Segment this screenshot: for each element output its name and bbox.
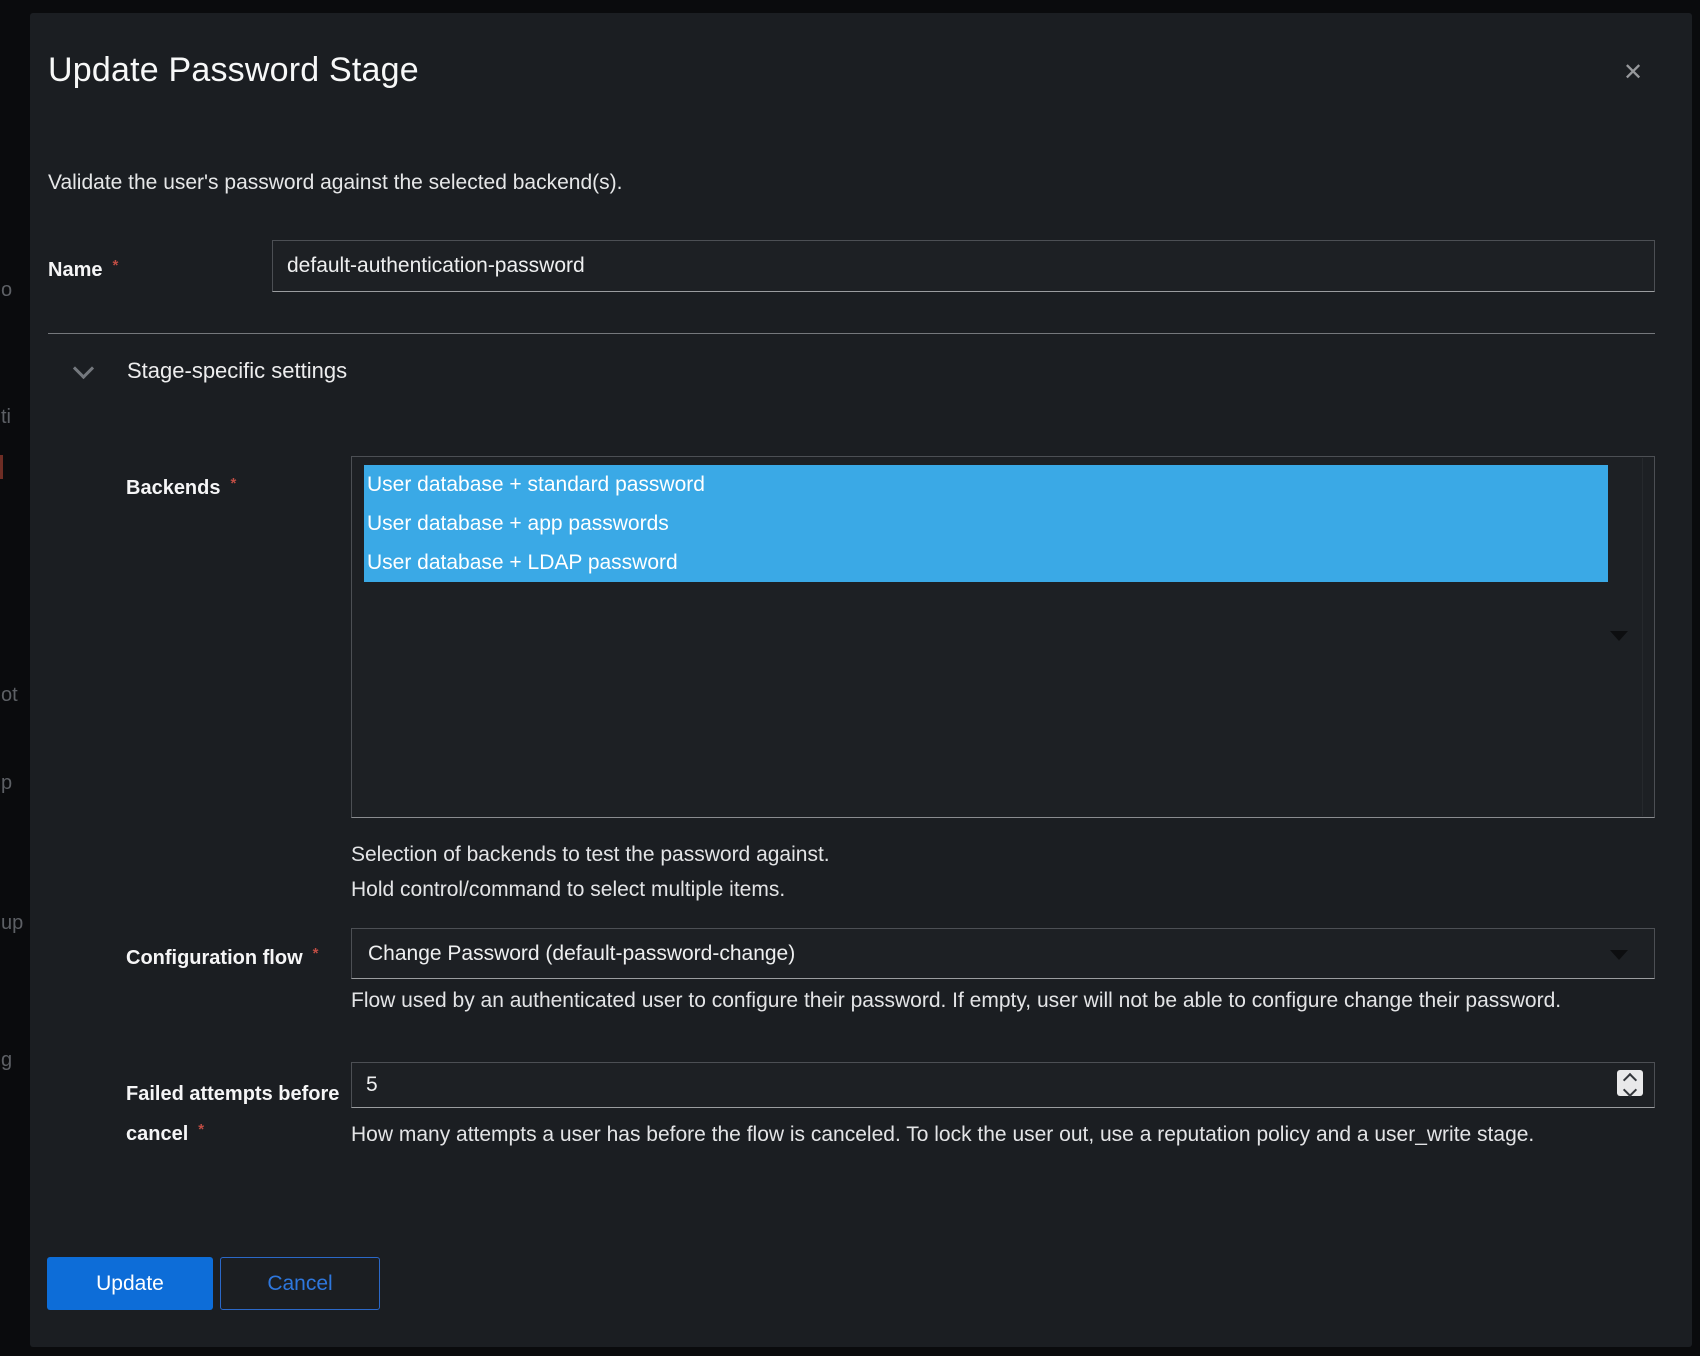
name-label: Name * (48, 253, 118, 283)
background-text-fragment: ti (1, 407, 11, 427)
backends-option[interactable]: User database + LDAP password (364, 543, 1608, 582)
backends-option[interactable]: User database + standard password (364, 465, 1608, 504)
backends-multiselect[interactable]: User database + standard password User d… (351, 456, 1655, 818)
background-text-fragment: g (1, 1050, 12, 1070)
modal-description: Validate the user's password against the… (48, 171, 622, 195)
background-text-fragment: ot (1, 685, 18, 705)
configuration-flow-label-text: Configuration flow (126, 947, 303, 969)
caret-down-icon (1610, 631, 1628, 641)
failed-attempts-input[interactable] (351, 1062, 1655, 1108)
stage-specific-settings-header[interactable]: Stage-specific settings (68, 353, 568, 389)
backends-label: Backends * (126, 471, 236, 501)
name-input[interactable] (272, 240, 1655, 292)
chevron-down-icon (1623, 1082, 1637, 1096)
background-text-fragment: o (1, 280, 12, 300)
form-divider (48, 333, 1655, 334)
configuration-flow-help: Flow used by an authenticated user to co… (351, 988, 1561, 1014)
close-icon[interactable]: ✕ (1615, 55, 1651, 91)
scrollbar-gutter (1642, 458, 1643, 816)
required-marker: * (112, 257, 118, 274)
caret-down-icon (1610, 950, 1628, 960)
background-accent-bar (0, 455, 3, 479)
background-text-fragment: p (1, 773, 12, 793)
update-password-stage-modal: Update Password Stage ✕ Validate the use… (30, 13, 1692, 1347)
backends-label-text: Backends (126, 477, 221, 499)
background-text-fragment: up (1, 913, 23, 933)
modal-title: Update Password Stage (48, 51, 419, 90)
backends-help-line2: Hold control/command to select multiple … (351, 877, 785, 903)
failed-attempts-label: Failed attempts before cancel* (126, 1076, 358, 1152)
configuration-flow-value: Change Password (default-password-change… (352, 942, 795, 966)
backends-option[interactable]: User database + app passwords (364, 504, 1608, 543)
failed-attempts-label-text: Failed attempts before cancel (126, 1083, 339, 1145)
group-header-label: Stage-specific settings (127, 358, 347, 384)
cancel-button[interactable]: Cancel (220, 1257, 380, 1310)
configuration-flow-select[interactable]: Change Password (default-password-change… (351, 928, 1655, 979)
configuration-flow-label: Configuration flow * (126, 941, 318, 971)
backends-help-line1: Selection of backends to test the passwo… (351, 842, 830, 868)
chevron-down-icon (73, 357, 94, 378)
required-marker: * (198, 1121, 204, 1138)
update-button[interactable]: Update (47, 1257, 213, 1310)
number-stepper[interactable] (1617, 1070, 1643, 1096)
required-marker: * (231, 475, 237, 492)
required-marker: * (313, 945, 319, 962)
name-label-text: Name (48, 259, 102, 281)
failed-attempts-help: How many attempts a user has before the … (351, 1122, 1534, 1148)
backends-options: User database + standard password User d… (364, 465, 1608, 582)
